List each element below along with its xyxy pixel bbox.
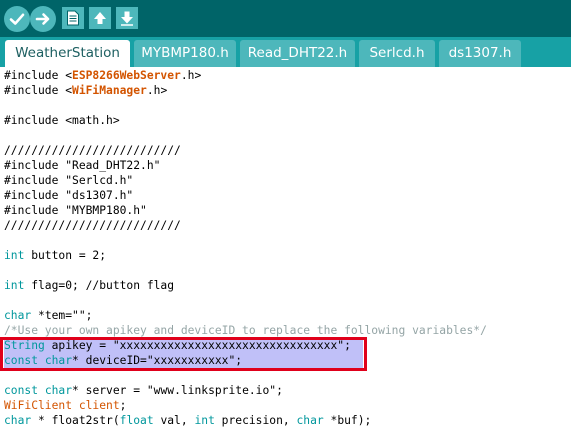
code-token: button = 2;: [24, 249, 107, 262]
code-token: char: [4, 309, 32, 322]
code-token: int: [4, 249, 25, 262]
code-line[interactable]: //////////////////////////: [4, 143, 181, 158]
tab-bar: WeatherStation MYBMP180.h Read_DHT22.h S…: [0, 37, 571, 67]
code-token: char: [44, 384, 73, 397]
new-button[interactable]: [62, 7, 84, 29]
code-token: #include <math.h>: [4, 114, 120, 127]
code-token: .h>: [146, 84, 168, 97]
code-token: //////////////////////////: [4, 144, 181, 157]
annotation-box: [0, 337, 367, 371]
checkmark-icon: [9, 13, 25, 25]
tab-serlcd[interactable]: Serlcd.h: [359, 40, 435, 67]
verify-button[interactable]: [4, 6, 30, 32]
code-line[interactable]: //////////////////////////: [4, 218, 181, 233]
code-token: #include "Read_DHT22.h": [4, 159, 161, 172]
save-button[interactable]: [116, 7, 138, 29]
code-line[interactable]: #include "Read_DHT22.h": [4, 158, 160, 173]
code-token: .h>: [180, 69, 202, 82]
code-token: *tem="";: [31, 309, 93, 322]
document-icon: [67, 10, 79, 26]
code-token: * server = "www.linksprite.io";: [72, 384, 283, 397]
arrow-up-icon: [94, 12, 106, 24]
code-token: client: [78, 399, 120, 412]
code-line[interactable]: int flag=0; //button flag: [4, 278, 174, 293]
code-line[interactable]: #include "ds1307.h": [4, 188, 133, 203]
code-line[interactable]: int button = 2;: [4, 248, 106, 263]
code-token: #include "Serlcd.h": [4, 174, 134, 187]
code-token: #include <: [4, 69, 73, 82]
toolbar: [0, 0, 571, 37]
code-line[interactable]: WiFiClient client;: [4, 398, 126, 413]
code-token: int: [194, 414, 215, 427]
code-token: val,: [153, 414, 195, 427]
code-line[interactable]: #include <ESP8266WebServer.h>: [4, 68, 201, 83]
arrow-right-icon: [35, 13, 50, 25]
open-button[interactable]: [89, 7, 111, 29]
code-token: //////////////////////////: [4, 219, 181, 232]
arrow-down-icon: [121, 11, 133, 26]
code-token: precision,: [214, 414, 297, 427]
upload-button[interactable]: [30, 6, 56, 32]
code-token: int: [4, 279, 25, 292]
code-line[interactable]: #include <WiFiManager.h>: [4, 83, 167, 98]
code-token: /*Use your own apikey and deviceID to re…: [4, 324, 487, 337]
code-token: float: [119, 414, 154, 427]
code-token: ;: [119, 399, 127, 412]
tab-ds1307[interactable]: ds1307.h: [439, 40, 521, 67]
code-token: flag=0; //button flag: [24, 279, 175, 292]
code-token: * float2str(: [31, 414, 120, 427]
code-line[interactable]: const char* server = "www.linksprite.io"…: [4, 383, 283, 398]
code-editor[interactable]: #include <ESP8266WebServer.h> #include <W…: [0, 67, 571, 441]
code-token: WiFiManager: [72, 84, 147, 97]
code-token: char: [296, 414, 324, 427]
tab-read-dht22[interactable]: Read_DHT22.h: [240, 40, 355, 67]
tab-mybmp180[interactable]: MYBMP180.h: [134, 40, 236, 67]
code-line[interactable]: #include <math.h>: [4, 113, 120, 128]
code-token: #include <: [4, 84, 73, 97]
code-token: char: [4, 414, 32, 427]
tab-weatherstation[interactable]: WeatherStation: [5, 40, 130, 67]
code-line[interactable]: #include "MYBMP180.h": [4, 203, 147, 218]
code-token: WiFiClient: [4, 399, 73, 412]
code-line[interactable]: #include "Serlcd.h": [4, 173, 133, 188]
code-line[interactable]: /*Use your own apikey and deviceID to re…: [4, 323, 487, 338]
code-line[interactable]: char *tem="";: [4, 308, 92, 323]
code-token: #include "ds1307.h": [4, 189, 134, 202]
code-token: #include "MYBMP180.h": [4, 204, 147, 217]
code-line[interactable]: char * float2str(float val, int precisio…: [4, 413, 371, 428]
code-token: *buf);: [323, 414, 372, 427]
code-token: ESP8266WebServer: [72, 69, 181, 82]
code-token: const: [4, 384, 39, 397]
